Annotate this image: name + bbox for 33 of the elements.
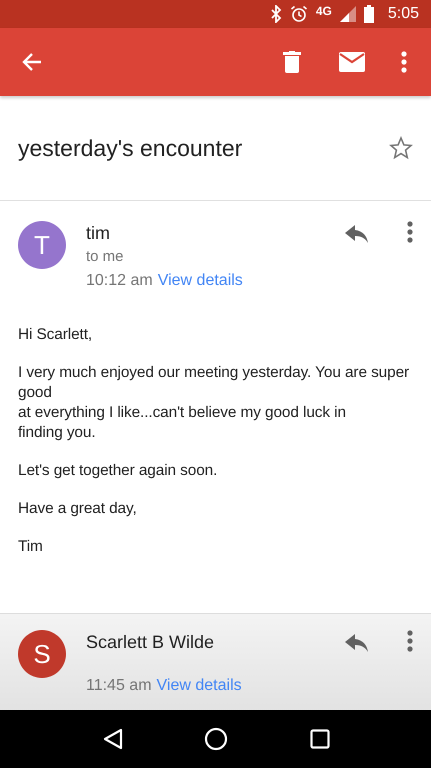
signal-icon <box>340 6 356 22</box>
sender-name: Scarlett B Wilde <box>86 631 216 654</box>
view-details-link[interactable]: View details <box>158 269 243 293</box>
trash-icon[interactable] <box>283 51 301 73</box>
more-options-icon[interactable] <box>401 51 407 73</box>
message-time: 11:45 am <box>86 676 152 696</box>
sender-avatar: S <box>18 630 66 678</box>
view-details-link[interactable]: View details <box>156 674 242 698</box>
email-subject: yesterday's encounter <box>18 134 242 162</box>
more-options-icon[interactable] <box>407 630 413 652</box>
message-paragraph: Have a great day, <box>18 499 138 519</box>
sender-avatar: T <box>18 221 66 269</box>
recipient-label: to me <box>86 247 125 267</box>
more-options-icon[interactable] <box>407 221 413 243</box>
clock: 5:05 <box>388 5 419 23</box>
bluetooth-icon <box>270 5 282 23</box>
message-paragraph: Hi Scarlett, <box>18 325 94 345</box>
message-paragraph: Let's get together again soon. <box>18 461 218 481</box>
back-icon[interactable] <box>102 728 123 750</box>
star-icon[interactable] <box>389 136 413 160</box>
sender-name: tim <box>86 222 111 245</box>
reply-icon[interactable] <box>345 634 369 652</box>
home-icon[interactable] <box>204 727 228 751</box>
battery-icon <box>364 5 374 23</box>
network-type: 4G <box>316 4 332 18</box>
recents-icon[interactable] <box>310 729 330 749</box>
message-paragraph: I very much enjoyed our meeting yesterday. You are super good at everything I like...can't believe my good luck in finding you. <box>18 363 410 443</box>
envelope-icon[interactable] <box>339 52 365 72</box>
message-paragraph: Tim <box>18 537 44 557</box>
back-arrow-icon[interactable] <box>22 52 42 72</box>
message-time: 10:12 am <box>86 271 153 291</box>
alarm-icon <box>290 5 308 23</box>
reply-icon[interactable] <box>345 225 369 243</box>
